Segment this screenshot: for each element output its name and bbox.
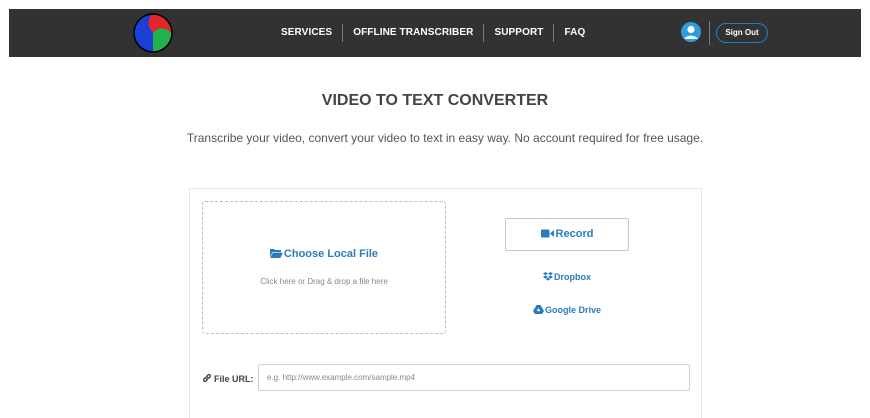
dropbox-label: Dropbox [554,272,591,282]
record-button[interactable]: Record [505,218,629,251]
folder-open-icon [269,249,283,258]
file-dropzone[interactable]: Choose Local File Click here or Drag & d… [202,201,446,334]
page-subtitle: Transcribe your video, convert your vide… [186,131,704,145]
sign-out-button[interactable]: Sign Out [716,23,768,43]
file-url-label: File URL: [202,373,254,384]
google-drive-icon [532,305,544,314]
file-url-label-text: File URL: [214,374,254,384]
record-label: Record [555,228,594,240]
google-drive-link[interactable]: Google Drive [505,305,629,315]
dropbox-icon [543,272,553,281]
video-camera-icon [540,229,554,238]
link-icon [202,373,212,383]
nav-services[interactable]: SERVICES [271,24,342,42]
dropbox-link[interactable]: Dropbox [505,272,629,282]
header-divider [709,21,710,45]
drop-hint-text: Click here or Drag & drop a file here [260,277,388,286]
google-drive-label: Google Drive [544,305,601,315]
top-navbar: SERVICES OFFLINE TRANSCRIBER SUPPORT FAQ… [9,9,861,57]
nav-offline-transcriber[interactable]: OFFLINE TRANSCRIBER [343,24,483,42]
page-title: VIDEO TO TEXT CONVERTER [321,92,549,109]
main-nav: SERVICES OFFLINE TRANSCRIBER SUPPORT FAQ [271,9,595,57]
nav-faq[interactable]: FAQ [554,24,595,42]
nav-support[interactable]: SUPPORT [484,24,553,42]
choose-local-file-label: Choose Local File [283,248,379,260]
upload-panel: Choose Local File Click here or Drag & d… [189,188,702,418]
tricolor-swirl-logo[interactable] [133,13,173,53]
user-avatar-icon[interactable] [681,22,701,42]
choose-local-file-link[interactable]: Choose Local File [203,248,445,260]
file-url-input[interactable] [258,364,690,391]
